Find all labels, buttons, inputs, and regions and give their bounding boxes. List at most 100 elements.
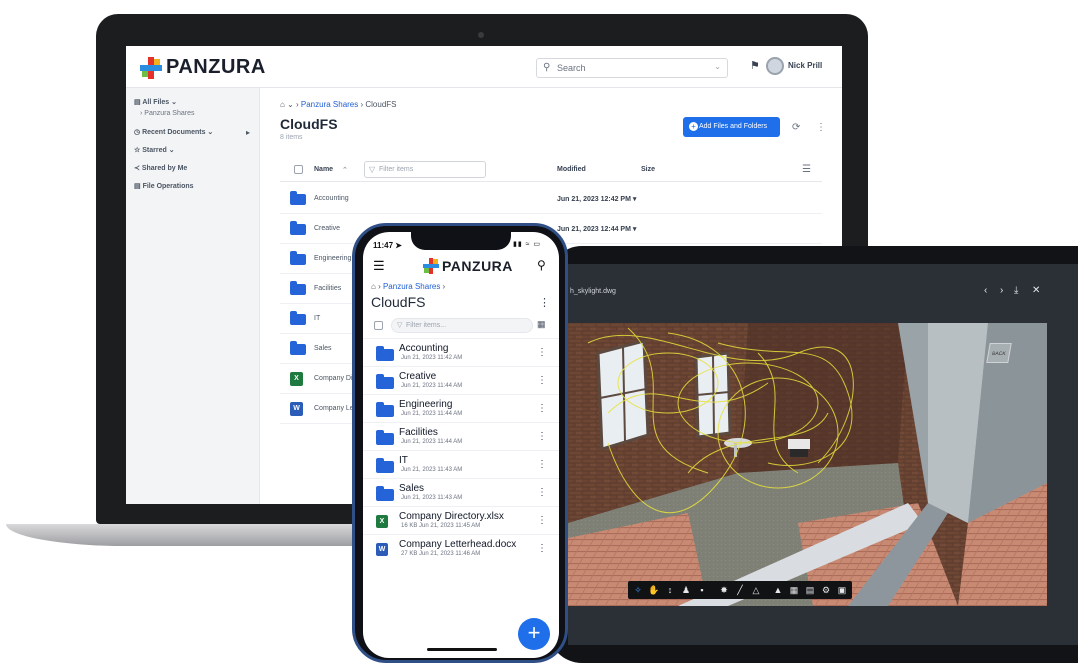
sidebar-item-shared-by-me[interactable]: ≺ Shared by Me: [134, 164, 187, 172]
measure-icon[interactable]: ╱: [732, 581, 748, 599]
table-header: Name ⌃ ▽ Filter items Modified Size ☰: [280, 158, 822, 182]
plus-icon: +: [689, 122, 698, 131]
close-icon[interactable]: ✕: [1032, 285, 1040, 296]
folder-icon: [290, 221, 306, 235]
status-icons: ▮▮ ≈ ▭: [513, 241, 542, 248]
item-more-icon[interactable]: ⋮: [537, 515, 547, 526]
item-more-icon[interactable]: ⋮: [537, 459, 547, 470]
web-search-input[interactable]: ⚲ Search ⌄: [536, 58, 728, 78]
layers-icon[interactable]: ▦: [786, 581, 802, 599]
model-browser-icon[interactable]: ▲: [770, 581, 786, 599]
chevron-down-icon: ⌄: [714, 62, 721, 71]
fullscreen-icon[interactable]: ▣: [834, 581, 850, 599]
zoom-icon[interactable]: ↕: [662, 581, 678, 599]
folder-icon: [376, 486, 394, 501]
excel-file-icon: X: [290, 372, 303, 386]
panzura-logo-icon: [140, 56, 162, 79]
folder-icon: [290, 341, 306, 355]
grid-view-icon[interactable]: ▦: [537, 319, 546, 330]
table-row[interactable]: Accounting Jun 21, 2023 12:42 PM ▾: [280, 184, 822, 214]
item-more-icon[interactable]: ⋮: [537, 487, 547, 498]
explode-icon[interactable]: ✸: [716, 581, 732, 599]
download-icon[interactable]: ⤓: [1014, 285, 1018, 296]
web-logo[interactable]: PANZURA: [140, 56, 266, 79]
column-size[interactable]: Size: [641, 166, 655, 173]
list-item[interactable]: IT Jun 21, 2023 11:43 AM ⋮: [363, 450, 559, 478]
mobile-filter-input[interactable]: ▽ Filter items...: [391, 318, 533, 333]
sidebar-collapse-icon[interactable]: ▸: [246, 128, 250, 137]
search-placeholder: Search: [557, 63, 586, 73]
next-icon[interactable]: ›: [1000, 285, 1003, 296]
previous-icon[interactable]: ‹: [984, 285, 987, 296]
upload-fab-button[interactable]: +: [518, 618, 550, 650]
user-menu[interactable]: Nick Prill: [788, 61, 822, 70]
viewer-file-name: h_skylight.dwg: [570, 288, 616, 295]
list-item[interactable]: Sales Jun 21, 2023 11:43 AM ⋮: [363, 478, 559, 506]
item-more-icon[interactable]: ⋮: [537, 347, 547, 358]
camera-icon[interactable]: ▪: [694, 581, 710, 599]
list-item[interactable]: Engineering Jun 21, 2023 11:44 AM ⋮: [363, 394, 559, 422]
sidebar-item-all-files[interactable]: ▤ All Files ⌄: [134, 98, 177, 106]
item-more-icon[interactable]: ⋮: [537, 431, 547, 442]
settings-icon[interactable]: ⚙: [818, 581, 834, 599]
breadcrumb-share[interactable]: Panzura Shares: [301, 100, 358, 109]
folder-icon: [376, 458, 394, 473]
item-more-icon[interactable]: ⋮: [537, 543, 547, 554]
add-files-button[interactable]: + Add Files and Folders: [683, 117, 780, 137]
laptop-camera: [478, 32, 484, 38]
cad-3d-view[interactable]: BACK ✧ ✋ ↕ ♟ ▪ ✸ ╱ △ ▲ ▦ ▤ ⚙ ▣: [568, 323, 1047, 606]
item-more-icon[interactable]: ⋮: [537, 375, 547, 386]
page-title: CloudFS: [280, 116, 338, 132]
web-topbar: PANZURA ⚲ Search ⌄ ⚑ Nick Prill: [126, 46, 842, 88]
mobile-logo[interactable]: PANZURA: [423, 258, 513, 274]
item-count: 8 items: [280, 134, 303, 141]
folder-icon: [376, 374, 394, 389]
folder-icon: [290, 191, 306, 205]
section-icon[interactable]: △: [748, 581, 764, 599]
walk-icon[interactable]: ♟: [678, 581, 694, 599]
avatar[interactable]: [766, 57, 784, 75]
column-modified[interactable]: Modified: [557, 166, 586, 173]
list-item[interactable]: Accounting Jun 21, 2023 11:42 AM ⋮: [363, 338, 559, 366]
bell-icon[interactable]: ⚑: [750, 59, 760, 72]
mobile-page-title: CloudFS: [371, 294, 426, 310]
modified-value: Jun 21, 2023 12:42 PM ▾: [557, 196, 637, 203]
folder-icon: [376, 402, 394, 417]
view-cube[interactable]: BACK: [986, 343, 1012, 363]
search-icon[interactable]: ⚲: [537, 258, 546, 272]
filter-input[interactable]: ▽ Filter items: [364, 161, 486, 178]
list-view-icon[interactable]: ☰: [802, 164, 811, 175]
breadcrumb-folder: CloudFS: [365, 100, 397, 109]
sidebar-item-starred[interactable]: ☆ Starred ⌄: [134, 146, 175, 154]
select-all-checkbox[interactable]: [294, 165, 303, 174]
pan-icon[interactable]: ✋: [646, 581, 662, 599]
hamburger-menu-icon[interactable]: ☰: [373, 258, 385, 274]
filter-icon: ▽: [397, 322, 403, 329]
select-all-checkbox[interactable]: [374, 321, 383, 330]
list-item[interactable]: W Company Letterhead.docx 27 KB Jun 21, …: [363, 534, 559, 562]
search-icon: ⚲: [543, 62, 551, 73]
more-icon[interactable]: ⋮: [816, 122, 826, 133]
column-name[interactable]: Name: [314, 166, 333, 173]
sidebar-item-panzura-shares[interactable]: › Panzura Shares: [140, 110, 194, 117]
mobile-breadcrumb: ⌂ › Panzura Shares ›: [371, 282, 446, 291]
status-time: 11:47 ➤: [373, 241, 402, 250]
refresh-icon[interactable]: ⟳: [792, 122, 800, 133]
item-more-icon[interactable]: ⋮: [537, 403, 547, 414]
mobile-filter-bar: ▽ Filter items... ▦: [371, 318, 551, 334]
sidebar-item-file-operations[interactable]: ▤ File Operations: [134, 182, 194, 190]
more-icon[interactable]: ⋮: [539, 296, 550, 309]
folder-icon: [290, 251, 306, 265]
folder-icon: [290, 281, 306, 295]
sort-icon[interactable]: ⌃: [342, 166, 348, 174]
home-icon[interactable]: ⌂: [280, 100, 285, 109]
sidebar-item-recent-documents[interactable]: ◷ Recent Documents ⌄: [134, 128, 213, 136]
cad-viewer: h_skylight.dwg ‹ › ⤓ ✕ BACK ✧ ✋ ↕ ♟ ▪ ✸ …: [568, 264, 1078, 645]
list-item[interactable]: Facilities Jun 21, 2023 11:44 AM ⋮: [363, 422, 559, 450]
list-item[interactable]: Creative Jun 21, 2023 11:44 AM ⋮: [363, 366, 559, 394]
breadcrumb-share[interactable]: Panzura Shares: [383, 282, 440, 291]
home-icon[interactable]: ⌂: [371, 282, 376, 291]
properties-icon[interactable]: ▤: [802, 581, 818, 599]
orbit-icon[interactable]: ✧: [630, 581, 646, 599]
list-item[interactable]: X Company Directory.xlsx 16 KB Jun 21, 2…: [363, 506, 559, 534]
